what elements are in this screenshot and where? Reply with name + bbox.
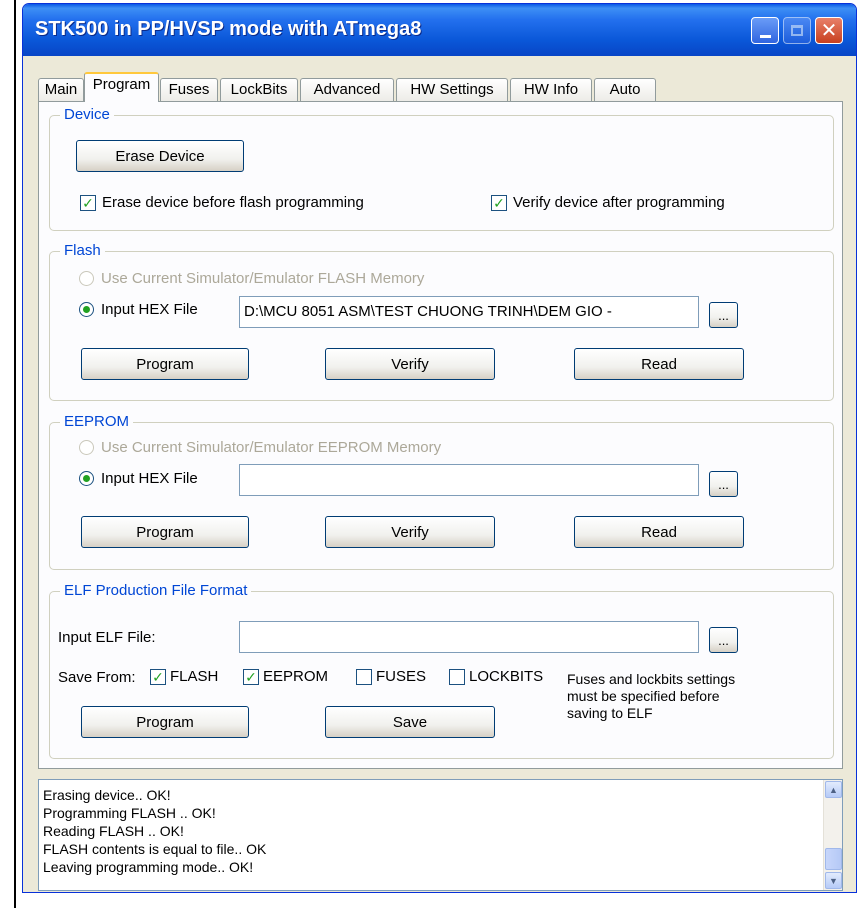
eeprom-read-button[interactable]: Read (574, 516, 744, 548)
save-eeprom-checkbox[interactable]: ✓ EEPROM (243, 668, 328, 685)
window-content: Main Program Fuses LockBits Advanced HW … (23, 56, 856, 894)
eeprom-input-hex-radio[interactable]: Input HEX File (79, 470, 198, 487)
eeprom-input-hex-label: Input HEX File (101, 470, 198, 487)
tab-lockbits[interactable]: LockBits (220, 78, 298, 102)
tab-program[interactable]: Program (84, 72, 159, 102)
tab-main[interactable]: Main (38, 78, 84, 102)
unchecked-box-icon (449, 668, 465, 685)
device-group: Device Erase Device ✓ Erase device befor… (49, 106, 834, 231)
elf-save-button[interactable]: Save (325, 706, 495, 738)
verify-after-label: Verify device after programming (513, 194, 725, 211)
elf-input-field[interactable] (239, 621, 699, 653)
device-legend: Device (60, 106, 114, 124)
elf-group: ELF Production File Format Input ELF Fil… (49, 582, 834, 759)
radio-selected-icon (79, 302, 94, 317)
save-flash-checkbox[interactable]: ✓ FLASH (150, 668, 218, 685)
close-button[interactable]: ✕ (815, 17, 843, 44)
eeprom-hex-path-input[interactable] (239, 464, 699, 496)
eeprom-use-simulator-radio[interactable]: Use Current Simulator/Emulator EEPROM Me… (79, 439, 441, 456)
check-icon: ✓ (80, 194, 96, 211)
scroll-thumb[interactable] (825, 848, 842, 870)
eeprom-use-simulator-label: Use Current Simulator/Emulator EEPROM Me… (101, 439, 442, 456)
elf-program-button[interactable]: Program (81, 706, 249, 738)
elf-note: Fuses and lockbits settings must be spec… (567, 671, 735, 722)
left-border-line (14, 0, 16, 908)
flash-verify-button[interactable]: Verify (325, 348, 495, 380)
flash-read-button[interactable]: Read (574, 348, 744, 380)
check-icon: ✓ (491, 194, 507, 211)
minimize-button[interactable] (751, 17, 779, 44)
elf-note-line-1: Fuses and lockbits settings (567, 671, 736, 687)
erase-device-button[interactable]: Erase Device (76, 140, 244, 172)
chevron-down-icon: ▼ (829, 875, 838, 886)
save-fuses-checkbox[interactable]: FUSES (356, 668, 426, 685)
check-icon: ✓ (150, 668, 166, 685)
flash-group: Flash Use Current Simulator/Emulator FLA… (49, 242, 834, 401)
scroll-up-button[interactable]: ▲ (825, 781, 842, 798)
log-line: Erasing device.. OK! (43, 787, 171, 803)
erase-before-flash-checkbox[interactable]: ✓ Erase device before flash programming (80, 194, 364, 211)
save-flash-label: FLASH (170, 668, 219, 685)
flash-hex-path-input[interactable]: D:\MCU 8051 ASM\TEST CHUONG TRINH\DEM GI… (239, 296, 699, 328)
maximize-icon (791, 25, 803, 36)
close-icon: ✕ (820, 19, 838, 42)
log-line: FLASH contents is equal to file.. OK (43, 841, 267, 857)
flash-browse-button[interactable]: ... (709, 302, 738, 328)
program-tab-panel: Device Erase Device ✓ Erase device befor… (38, 101, 843, 769)
eeprom-program-button[interactable]: Program (81, 516, 249, 548)
log-scrollbar[interactable]: ▲ ▼ (823, 780, 842, 890)
elf-legend: ELF Production File Format (60, 582, 252, 600)
elf-input-label: Input ELF File: (58, 629, 156, 646)
radio-icon (79, 271, 94, 286)
erase-before-flash-label: Erase device before flash programming (102, 194, 364, 211)
unchecked-box-icon (356, 668, 372, 685)
tab-fuses[interactable]: Fuses (160, 78, 218, 102)
radio-selected-icon (79, 471, 94, 486)
elf-note-line-3: saving to ELF (567, 705, 653, 721)
save-fuses-label: FUSES (376, 668, 427, 685)
radio-icon (79, 440, 94, 455)
stk500-window: STK500 in PP/HVSP mode with ATmega8 ✕ Ma… (22, 3, 857, 893)
flash-input-hex-radio[interactable]: Input HEX File (79, 301, 198, 318)
tab-advanced[interactable]: Advanced (300, 78, 394, 102)
log-lines: Erasing device.. OK! Programming FLASH .… (43, 786, 266, 876)
eeprom-verify-button[interactable]: Verify (325, 516, 495, 548)
check-icon: ✓ (243, 668, 259, 685)
flash-legend: Flash (60, 242, 105, 260)
eeprom-browse-button[interactable]: ... (709, 471, 738, 497)
tab-auto[interactable]: Auto (594, 78, 656, 102)
flash-program-button[interactable]: Program (81, 348, 249, 380)
flash-input-hex-label: Input HEX File (101, 301, 198, 318)
log-line: Programming FLASH .. OK! (43, 805, 216, 821)
scroll-down-button[interactable]: ▼ (825, 872, 842, 889)
log-line: Reading FLASH .. OK! (43, 823, 184, 839)
flash-use-simulator-label: Use Current Simulator/Emulator FLASH Mem… (101, 270, 425, 287)
tab-hw-settings[interactable]: HW Settings (396, 78, 508, 102)
maximize-button[interactable] (783, 17, 811, 44)
minimize-icon (759, 35, 771, 38)
eeprom-legend: EEPROM (60, 413, 134, 431)
log-line: Leaving programming mode.. OK! (43, 859, 254, 875)
title-bar[interactable]: STK500 in PP/HVSP mode with ATmega8 ✕ (23, 4, 856, 56)
save-lockbits-checkbox[interactable]: LOCKBITS (449, 668, 543, 685)
flash-use-simulator-radio[interactable]: Use Current Simulator/Emulator FLASH Mem… (79, 270, 424, 287)
save-from-label: Save From: (58, 669, 136, 686)
save-lockbits-label: LOCKBITS (469, 668, 544, 685)
save-eeprom-label: EEPROM (263, 668, 329, 685)
eeprom-group: EEPROM Use Current Simulator/Emulator EE… (49, 413, 834, 570)
status-log[interactable]: Erasing device.. OK! Programming FLASH .… (38, 779, 843, 891)
window-title: STK500 in PP/HVSP mode with ATmega8 (35, 18, 422, 40)
verify-after-checkbox[interactable]: ✓ Verify device after programming (491, 194, 725, 211)
chevron-up-icon: ▲ (829, 784, 838, 795)
tab-hw-info[interactable]: HW Info (510, 78, 592, 102)
elf-note-line-2: must be specified before (567, 688, 720, 704)
elf-browse-button[interactable]: ... (709, 627, 738, 653)
